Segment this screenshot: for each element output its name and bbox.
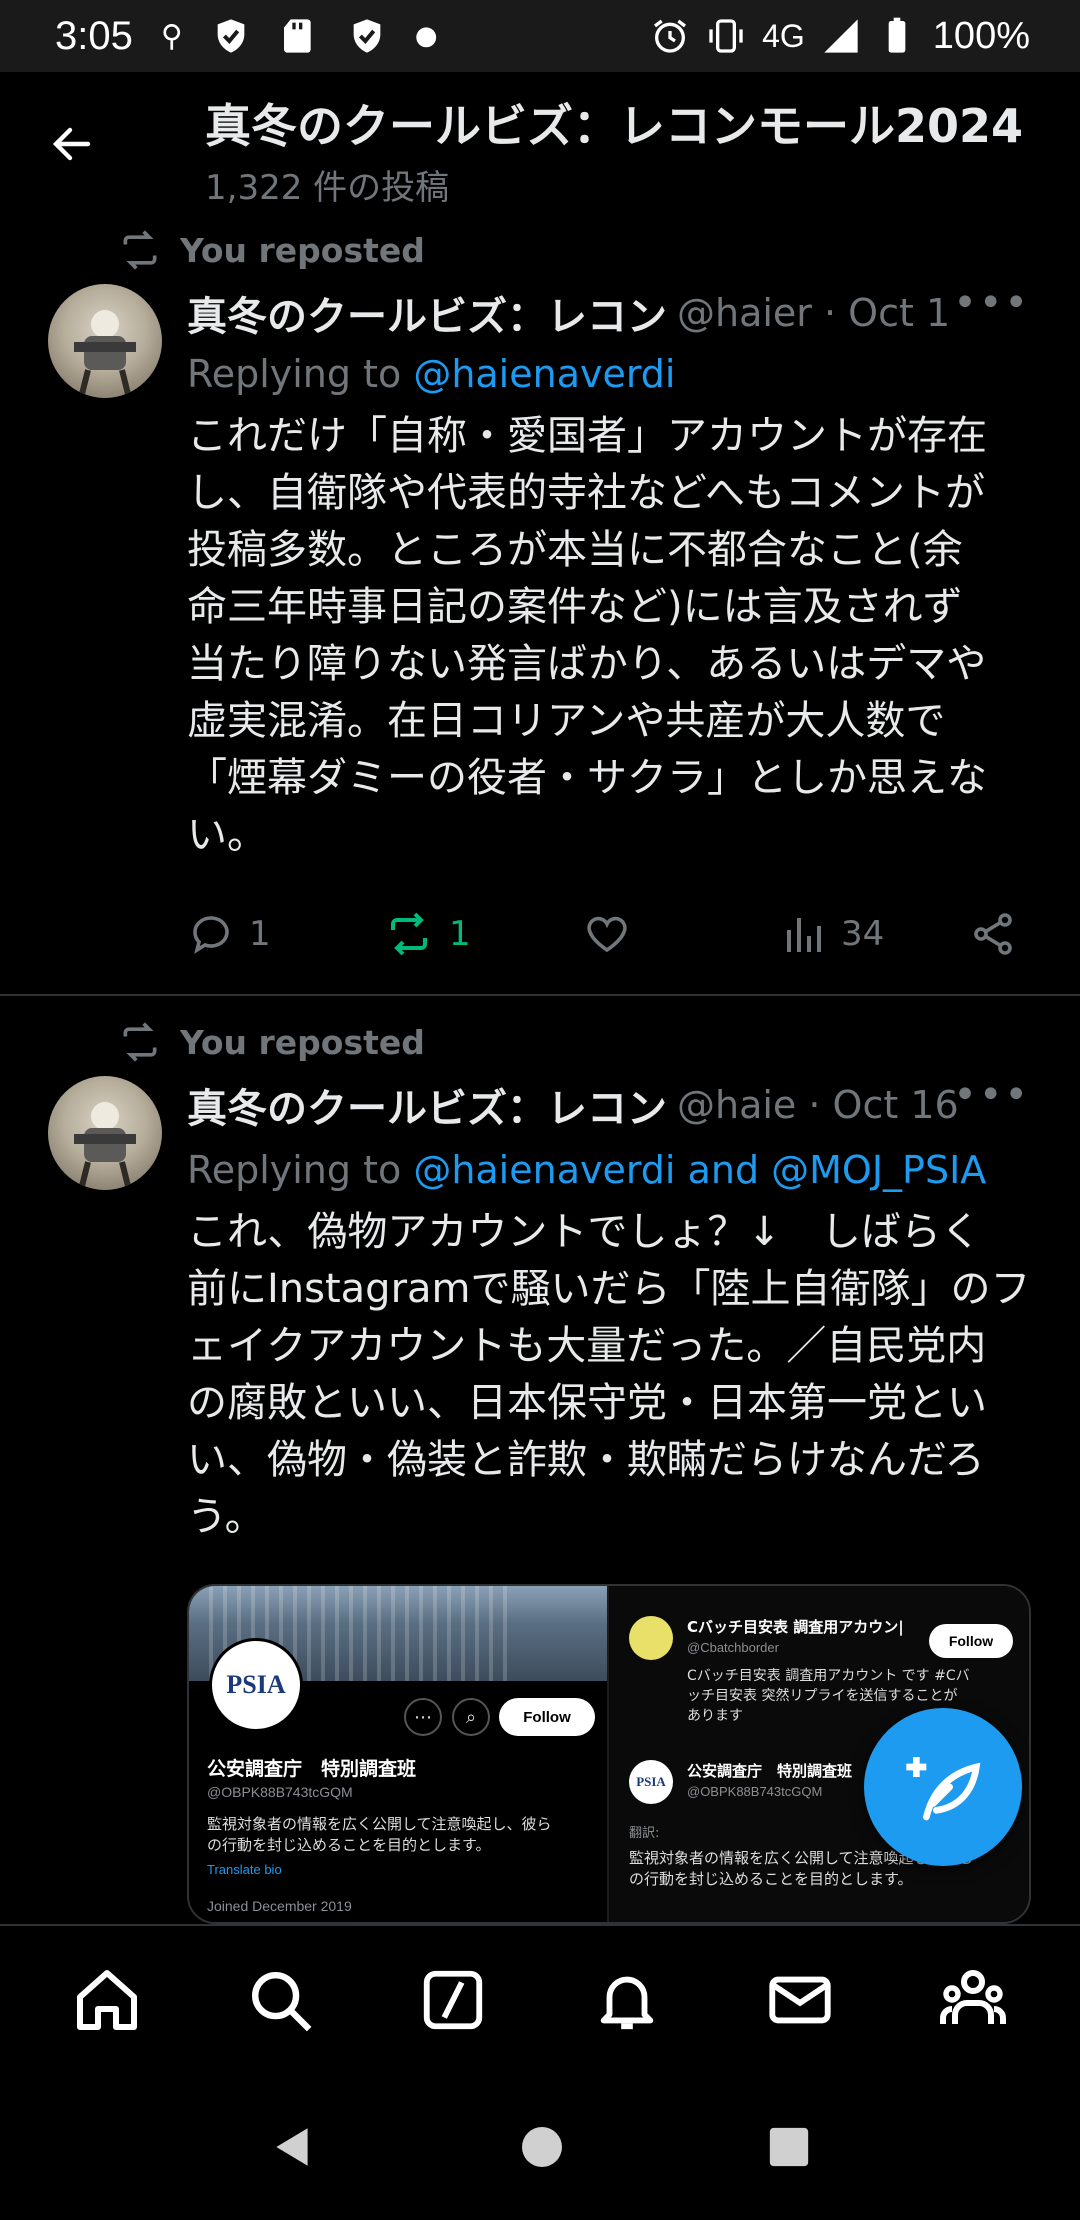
recents-square-icon[interactable] bbox=[766, 2124, 812, 2170]
reply-count: 1 bbox=[249, 914, 271, 954]
grok-icon bbox=[424, 1970, 483, 2030]
tweet-meta: @haie · Oct 16 bbox=[677, 1083, 959, 1127]
replying-to: Replying to @haienaverdi bbox=[187, 352, 676, 396]
media-reply-handle: @Cbatchborder bbox=[687, 1640, 779, 1655]
replying-prefix: Replying to bbox=[187, 352, 414, 396]
battery-level: 100% bbox=[932, 14, 1030, 57]
media-follow-button: Follow bbox=[499, 1698, 595, 1736]
more-icon[interactable]: ••• bbox=[953, 1072, 1030, 1118]
reply-mention[interactable]: @haienaverdi bbox=[413, 352, 675, 396]
search-icon: ⌕ bbox=[452, 1698, 490, 1736]
profile-header: 真冬のクールビズ：レコンモール2024 1,322 件の投稿 bbox=[0, 72, 1080, 222]
views-button[interactable]: 34 bbox=[779, 910, 969, 958]
media-reply-handle: @OBPK88B743tcGQM bbox=[687, 1784, 823, 1799]
tweet-text: これだけ「自称・愛国者」アカウントが存在 し、自衛隊や代表的寺社などへもコメント… bbox=[187, 413, 987, 858]
tweet-meta: @haier · Oct 1 bbox=[677, 291, 951, 335]
post-count: 1,322 件の投稿 bbox=[205, 168, 450, 208]
nav-messages[interactable] bbox=[755, 1955, 845, 2045]
battery-icon bbox=[888, 17, 906, 53]
tweet-author-name[interactable]: 真冬のクールビズ：レコン bbox=[187, 284, 667, 342]
status-time: 3:05 bbox=[55, 13, 133, 58]
avatar-image bbox=[74, 1102, 136, 1187]
back-triangle-icon[interactable] bbox=[268, 2122, 318, 2172]
like-button[interactable] bbox=[583, 910, 779, 958]
repost-active-icon bbox=[391, 912, 427, 956]
replying-prefix: Replying to bbox=[187, 1148, 414, 1192]
search-icon bbox=[251, 1972, 312, 2032]
reply-mention[interactable]: @haienaverdi and @MOJ_PSIA bbox=[413, 1148, 986, 1192]
media-translate-link: Translate bio bbox=[207, 1862, 282, 1877]
home-circle-icon[interactable] bbox=[518, 2123, 566, 2171]
back-button[interactable] bbox=[42, 114, 102, 174]
repost-icon bbox=[123, 230, 157, 270]
compose-post-button[interactable] bbox=[864, 1708, 1022, 1866]
status-bar: 3:05 ⚲ ● 4G 100% bbox=[0, 0, 1080, 72]
repost-count: 1 bbox=[449, 914, 471, 954]
alarm-icon bbox=[654, 19, 687, 53]
nav-communities[interactable] bbox=[928, 1955, 1018, 2045]
signal-icon bbox=[824, 19, 858, 53]
tweet-actions: 1 1 34 bbox=[187, 904, 1027, 964]
feather-plus-icon bbox=[906, 1757, 981, 1821]
communities-icon bbox=[940, 1970, 1007, 2024]
repost-icon bbox=[123, 1022, 157, 1062]
share-icon bbox=[974, 913, 1012, 955]
views-chart-icon bbox=[787, 918, 821, 952]
share-button[interactable] bbox=[969, 910, 1017, 958]
replying-to: Replying to @haienaverdi and @MOJ_PSIA bbox=[187, 1148, 986, 1192]
repost-indicator: You reposted bbox=[118, 1020, 425, 1064]
page-title: 真冬のクールビズ：レコンモール2024 bbox=[205, 99, 1024, 153]
repost-indicator: You reposted bbox=[118, 228, 425, 272]
media-joined-date: Joined December 2019 bbox=[207, 1898, 352, 1914]
repost-label: You reposted bbox=[180, 1022, 425, 1062]
avatar-image bbox=[74, 310, 136, 395]
comment-icon bbox=[193, 916, 229, 954]
heart-icon bbox=[587, 916, 627, 953]
view-count: 34 bbox=[841, 914, 885, 954]
more-icon: ⋯ bbox=[404, 1698, 442, 1736]
media-avatar bbox=[629, 1616, 673, 1660]
avatar[interactable] bbox=[48, 1076, 162, 1190]
tweet-divider bbox=[0, 994, 1080, 996]
media-profile-handle: @OBPK88B743tcGQM bbox=[207, 1784, 353, 1800]
media-reply-name: 公安調査庁 特別調査班 bbox=[687, 1762, 853, 1780]
system-navigation-bar bbox=[0, 2074, 1080, 2220]
home-icon bbox=[76, 1970, 137, 2030]
bottom-navigation bbox=[0, 1924, 1080, 2074]
psia-logo: PSIA bbox=[209, 1638, 303, 1732]
nav-home[interactable] bbox=[62, 1955, 152, 2045]
media-profile-name: 公安調査庁 特別調査班 bbox=[207, 1758, 417, 1780]
usb-icon: ⚲ bbox=[160, 18, 183, 54]
reply-button[interactable]: 1 bbox=[187, 910, 383, 958]
shield-check-icon-2 bbox=[353, 19, 381, 53]
repost-button[interactable]: 1 bbox=[383, 910, 583, 958]
bell-icon bbox=[600, 1976, 653, 2030]
avatar[interactable] bbox=[48, 284, 162, 398]
nav-grok[interactable] bbox=[408, 1955, 498, 2045]
media-reply-name: Cバッチ目安表 調査用アカウン| bbox=[687, 1618, 904, 1636]
media-left-panel: PSIA ⋯ ⌕ Follow 公安調査庁 特別調査班 @OBPK88B743t… bbox=[189, 1586, 607, 1922]
shield-check-icon bbox=[217, 19, 245, 53]
media-follow-button: Follow bbox=[929, 1624, 1013, 1658]
media-profile-bio: 監視対象者の情報を広く公開して注意喚起し、彼ら の行動を封じ込めることを目的とし… bbox=[207, 1815, 552, 1854]
tweet-author-name[interactable]: 真冬のクールビズ：レコン bbox=[187, 1076, 667, 1134]
repost-label: You reposted bbox=[180, 230, 425, 270]
network-type: 4G bbox=[762, 17, 805, 54]
nav-notifications[interactable] bbox=[582, 1955, 672, 2045]
tweet[interactable]: You reposted 真冬のクールビズ：レコン @haier · Oct 1… bbox=[0, 222, 1080, 992]
vibrate-icon bbox=[709, 19, 743, 53]
mail-icon bbox=[769, 1976, 831, 2024]
dot-icon: ● bbox=[414, 21, 438, 51]
media-avatar: PSIA bbox=[629, 1760, 673, 1804]
more-icon[interactable]: ••• bbox=[953, 280, 1030, 326]
sd-card-icon bbox=[283, 19, 311, 53]
tweet-text: これ、偽物アカウントでしょ？↓ しばらく 前にInstagramで騒いだら「陸上… bbox=[187, 1209, 1031, 1540]
arrow-left-icon bbox=[52, 127, 91, 161]
nav-search[interactable] bbox=[235, 1955, 325, 2045]
